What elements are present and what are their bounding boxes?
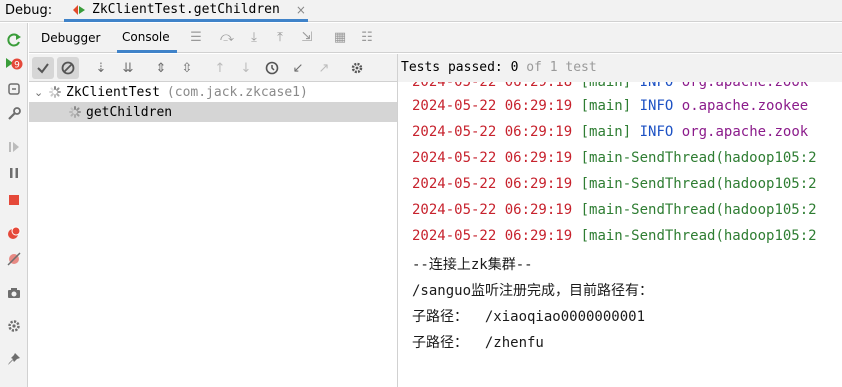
expand-all-icon[interactable]: ⇕ [150,57,172,79]
log-timestamp: 2024-05-22 06:29:19 [412,176,573,192]
log-thread: [main-SendThread(hadoop105:2 [580,202,817,218]
chevron-down-icon[interactable]: ⌄ [34,86,44,99]
console-output-line: --连接上zk集群-- [412,257,533,273]
evaluate-icon[interactable]: ▦ [332,30,348,46]
sort-by-duration-icon[interactable]: ⇊ [117,57,139,79]
debug-left-toolbar: 9 [0,23,28,387]
log-thread: [main] [580,82,632,90]
trace-icon[interactable]: ☷ [359,30,375,46]
loading-spinner-icon [69,106,81,118]
mute-breakpoints-icon[interactable] [5,250,23,268]
debug-sub-tabs: Debugger Console ☰ ⤼ ⤓ ⤒ ⇲ ▦ ☷ [29,23,842,53]
log-timestamp: 2024-05-22 06:29:19 [412,228,573,244]
show-passed-icon[interactable] [32,57,54,79]
pin-icon[interactable] [5,350,23,368]
log-line: 2024-05-22 06:29:19 [main-SendThread(had… [412,150,817,166]
step-over-icon[interactable]: ⤼ [219,30,235,46]
tree-item-getchildren[interactable]: getChildren [29,102,397,122]
log-timestamp: 2024-05-22 06:29:19 [412,150,573,166]
console-output-line: 子路径： /zhenfu [412,335,544,351]
tests-passed-label: Tests passed: [401,60,503,75]
tab-zkclienttest-getchildren[interactable]: ZkClientTest.getChildren × [64,0,308,22]
resume-icon[interactable] [5,138,23,156]
tab-label: ZkClientTest.getChildren [92,2,280,17]
log-level: INFO [639,98,674,114]
tab-debugger-label: Debugger [41,31,101,45]
tab-debugger[interactable]: Debugger [41,23,111,53]
log-level: INFO [639,124,674,140]
tree-item-label: ZkClientTest [66,84,160,100]
log-timestamp: 2024-05-22 06:29:18 [412,82,573,90]
svg-text:9: 9 [14,61,20,71]
view-breakpoints-icon[interactable] [5,224,23,242]
console-output[interactable]: 2024-05-22 06:29:18 [main] INFO org.apac… [398,82,842,387]
log-thread: [main] [580,98,632,114]
log-level: INFO [639,82,674,90]
settings-icon[interactable] [5,317,23,335]
log-line: 2024-05-22 06:29:19 [main-SendThread(had… [412,202,817,218]
step-out-icon[interactable]: ⤒ [272,30,288,46]
run-to-cursor-icon[interactable]: ⇲ [299,30,315,46]
close-icon[interactable]: × [296,3,306,17]
menu-icon[interactable]: ☰ [188,30,204,46]
log-line: 2024-05-22 06:29:19 [main] INFO o.apache… [412,98,808,114]
tree-item-label: getChildren [86,104,173,120]
log-timestamp: 2024-05-22 06:29:19 [412,124,573,140]
tree-item-package: (com.jack.zkcase1) [166,84,308,100]
stop-icon[interactable] [5,191,23,209]
debug-label: Debug: [5,3,53,18]
log-thread: [main-SendThread(hadoop105:2 [580,150,817,166]
tab-console[interactable]: Console [117,23,177,53]
log-timestamp: 2024-05-22 06:29:19 [412,98,573,114]
test-runner-toolbar: ⇣ ⇊ ⇕ ⇳ ↑ ↓ ↙ ↗ [29,54,398,82]
tree-item-zkclienttest[interactable]: ⌄ ZkClientTest (com.jack.zkcase1) [29,82,397,102]
collapse-all-icon[interactable]: ⇳ [176,57,198,79]
test-status-header: Tests passed: 0 of 1 test [398,54,842,82]
rerun-failed-icon[interactable]: 9 [5,55,23,73]
next-failed-icon[interactable]: ↓ [235,57,257,79]
step-into-icon[interactable]: ⤓ [246,30,262,46]
log-timestamp: 2024-05-22 06:29:19 [412,202,573,218]
log-line: 2024-05-22 06:29:19 [main-SendThread(had… [412,176,817,192]
camera-icon[interactable] [5,284,23,302]
log-logger: org.apache.zook [681,124,809,140]
export-tests-icon[interactable]: ↗ [313,57,335,79]
log-thread: [main-SendThread(hadoop105:2 [580,228,817,244]
log-thread: [main-SendThread(hadoop105:2 [580,176,817,192]
previous-failed-icon[interactable]: ↑ [209,57,231,79]
wrench-icon[interactable] [5,105,23,123]
log-logger: o.apache.zookee [681,98,809,114]
toggle-auto-test-icon[interactable] [5,80,23,98]
test-settings-icon[interactable] [346,57,368,79]
rerun-icon[interactable] [5,31,23,49]
tests-total-count: of 1 test [526,60,597,75]
tests-passed-count: 0 [510,60,519,75]
log-line: 2024-05-22 06:29:19 [main] INFO org.apac… [412,124,808,140]
log-line: 2024-05-22 06:29:19 [main-SendThread(had… [412,228,817,244]
sort-alphabetically-icon[interactable]: ⇣ [90,57,112,79]
import-tests-icon[interactable]: ↙ [287,57,309,79]
loading-spinner-icon [49,86,61,98]
test-tree: ⌄ ZkClientTest (com.jack.zkcase1) getChi… [29,82,397,387]
log-line: 2024-05-22 06:29:18 [main] INFO org.apac… [412,82,808,90]
console-output-line: /sanguo监听注册完成，目前路径有： [412,283,654,299]
log-thread: [main] [580,124,632,140]
console-output-line: 子路径： /xiaoqiao0000000001 [412,309,646,325]
junit-config-icon [72,3,86,17]
debug-title-bar: Debug: ZkClientTest.getChildren × [0,0,842,22]
test-history-icon[interactable] [261,57,283,79]
pause-icon[interactable] [5,164,23,182]
log-logger: org.apache.zook [681,82,809,90]
show-ignored-icon[interactable] [57,57,79,79]
tab-console-label: Console [122,29,170,44]
